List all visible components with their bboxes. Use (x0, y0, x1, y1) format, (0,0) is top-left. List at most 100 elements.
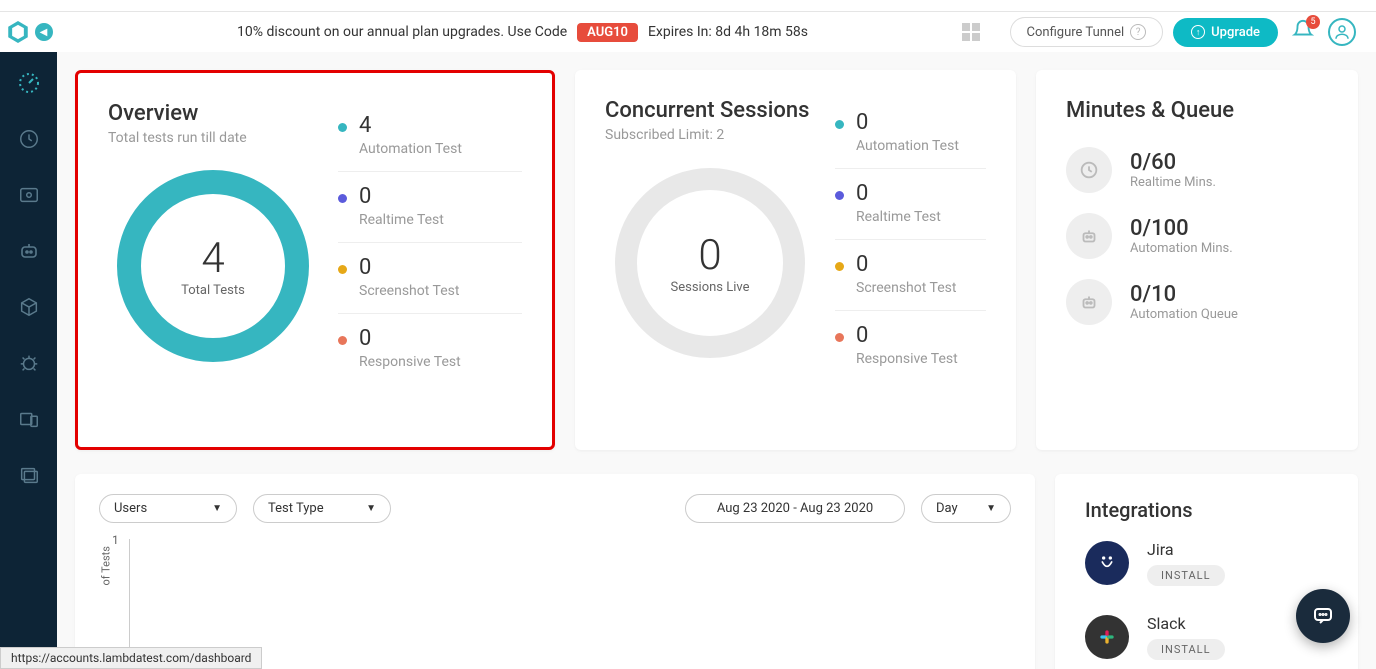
minutes-queue-title: Minutes & Queue (1066, 98, 1328, 123)
header-bar: 10% discount on our annual plan upgrades… (57, 12, 1376, 52)
sidebar-item-bug[interactable] (16, 350, 42, 376)
stat-dot-icon (835, 333, 844, 342)
upgrade-arrow-icon: ↑ (1191, 25, 1205, 39)
install-button[interactable]: INSTALL (1147, 565, 1225, 586)
concurrent-stats-list: 0 Automation Test 0 Realtime Test 0Screens… (835, 98, 986, 381)
stat-label: Screenshot Test (359, 283, 459, 299)
stat-dot-icon (835, 191, 844, 200)
stat-value: 0 (856, 183, 941, 205)
stat-row: 4Automation Test (338, 101, 522, 172)
mq-item: 0/100Automation Mins. (1066, 213, 1328, 259)
concurrent-subtitle: Subscribed Limit: 2 (605, 127, 815, 143)
devices-icon (17, 408, 41, 430)
upgrade-label: Upgrade (1211, 25, 1260, 40)
apps-grid-icon[interactable] (962, 23, 980, 41)
stat-row: 0Realtime Test (338, 172, 522, 243)
stat-row: 0 Automation Test (835, 98, 986, 169)
install-button[interactable]: INSTALL (1147, 639, 1225, 660)
mq-value: 0/10 (1130, 282, 1238, 307)
chevron-down-icon: ▼ (366, 503, 376, 514)
mq-label: Realtime Mins. (1130, 175, 1216, 190)
stat-label: Responsive Test (856, 351, 958, 367)
overview-title: Overview (108, 101, 318, 126)
stat-label: Responsive Test (359, 354, 461, 370)
stat-dot-icon (338, 194, 347, 203)
sidebar-item-folder[interactable] (16, 462, 42, 488)
overview-subtitle: Total tests run till date (108, 130, 318, 146)
y-axis-tick: 1 (112, 533, 119, 547)
promo-text: 10% discount on our annual plan upgrades… (237, 24, 567, 40)
bug-icon (18, 352, 40, 374)
robot-icon (17, 239, 41, 263)
integration-row: Slack INSTALL (1085, 600, 1328, 669)
stat-label: Automation Test (856, 138, 959, 154)
stat-value: 0 (359, 328, 461, 350)
integration-row: Jira INSTALL (1085, 526, 1328, 600)
overview-total-value: 4 (201, 234, 224, 283)
concurrent-donut-chart: 0 Sessions Live (610, 163, 810, 363)
stat-dot-icon (338, 336, 347, 345)
stat-row: 0 Responsive Test (835, 311, 986, 381)
chevron-down-icon: ▼ (986, 503, 996, 514)
jira-icon (1085, 541, 1129, 585)
concurrent-total-value: 0 (698, 231, 721, 280)
sidebar-item-dashboard[interactable] (16, 70, 42, 96)
minutes-queue-card: Minutes & Queue 0/60Realtime Mins. 0/100… (1036, 70, 1358, 450)
stat-dot-icon (835, 262, 844, 271)
mq-label: Automation Mins. (1130, 241, 1233, 256)
robot-circle-icon (1066, 213, 1112, 259)
usage-chart: 1 of Tests (129, 539, 1011, 659)
upgrade-button[interactable]: ↑ Upgrade (1173, 18, 1278, 47)
stat-value: 0 (856, 254, 956, 276)
stat-label: Realtime Test (856, 209, 941, 225)
cube-icon (18, 296, 40, 318)
chat-fab-button[interactable] (1296, 589, 1350, 643)
stat-row: 0 Responsive Test (338, 314, 522, 384)
notifications-button[interactable]: 5 (1292, 19, 1314, 45)
concurrent-title: Concurrent Sessions (605, 98, 815, 123)
browser-status-bar: https://accounts.lambdatest.com/dashboar… (0, 647, 262, 669)
sidebar-nav (0, 52, 57, 669)
stat-label: Realtime Test (359, 212, 444, 228)
configure-tunnel-button[interactable]: Configure Tunnel ? (1010, 17, 1164, 47)
logo-box: ◀ (0, 12, 57, 52)
dropdown-label: Aug 23 2020 - Aug 23 2020 (717, 501, 873, 516)
browser-icon (17, 184, 41, 206)
granularity-dropdown[interactable]: Day ▼ (921, 494, 1011, 523)
user-icon (1333, 23, 1351, 41)
user-avatar[interactable] (1328, 18, 1356, 46)
mq-item: 0/60Realtime Mins. (1066, 147, 1328, 193)
integration-name: Jira (1147, 540, 1174, 559)
users-dropdown[interactable]: Users▼ (99, 494, 237, 523)
sidebar-item-realtime[interactable] (16, 126, 42, 152)
promo-expiry: Expires In: 8d 4h 18m 58s (648, 24, 808, 40)
mq-label: Automation Queue (1130, 307, 1238, 322)
sidebar-item-automation[interactable] (16, 238, 42, 264)
overview-total-label: Total Tests (181, 283, 245, 298)
stat-label: Automation Test (359, 141, 462, 157)
mq-value: 0/60 (1130, 150, 1216, 175)
slack-icon (1085, 615, 1129, 659)
integration-name: Slack (1147, 614, 1186, 633)
notification-count-badge: 5 (1306, 15, 1320, 29)
sidebar-item-screenshot[interactable] (16, 182, 42, 208)
logo-icon[interactable] (5, 19, 31, 45)
clock-circle-icon (1066, 147, 1112, 193)
sidebar-item-box[interactable] (16, 294, 42, 320)
test-type-dropdown[interactable]: Test Type▼ (253, 494, 391, 523)
mq-item: 0/10Automation Queue (1066, 279, 1328, 325)
stat-value: 0 (856, 112, 959, 134)
sidebar-item-responsive[interactable] (16, 406, 42, 432)
stat-value: 0 (359, 257, 459, 279)
stat-row: 0 Realtime Test (835, 169, 986, 240)
stat-row: 0Screenshot Test (835, 240, 986, 311)
stat-dot-icon (835, 120, 844, 129)
date-range-dropdown[interactable]: Aug 23 2020 - Aug 23 2020 (685, 494, 905, 523)
usage-chart-card: Users▼ Test Type▼ Aug 23 2020 - Aug 23 2… (75, 474, 1035, 669)
stat-row: 0 Screenshot Test (338, 243, 522, 314)
sidebar-collapse-button[interactable]: ◀ (35, 23, 53, 41)
stat-dot-icon (338, 265, 347, 274)
dropdown-label: Day (936, 501, 958, 516)
stat-value: 0 (856, 325, 958, 347)
overview-donut-chart: 4 Total Tests (113, 166, 313, 366)
